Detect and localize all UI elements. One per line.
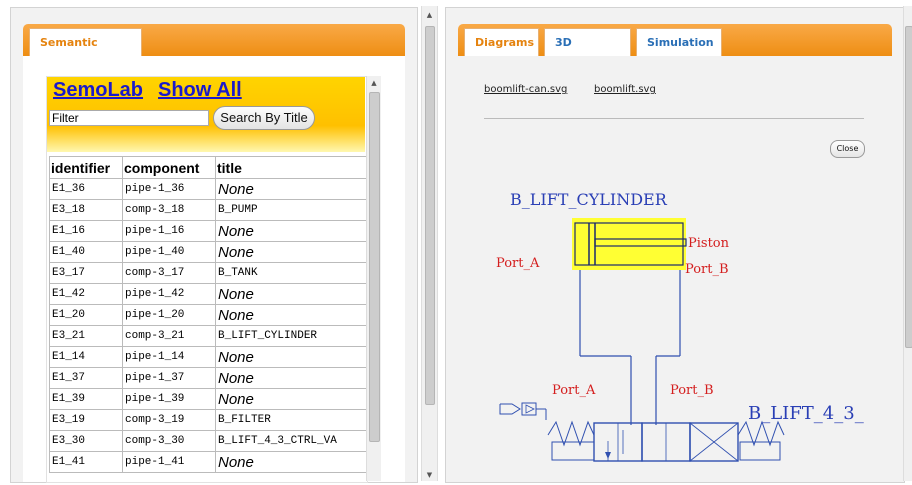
row-component: comp-3_19 (122, 409, 216, 431)
close-button[interactable]: Close (830, 140, 865, 158)
row-component: pipe-1_41 (122, 451, 216, 473)
left-page-scrollbar-thumb[interactable] (425, 26, 435, 405)
hydraulic-diagram: B_LIFT_CYLINDER Piston Port_A Port_B Por… (448, 160, 903, 481)
valve-title: B_LIFT_4_3_ (748, 403, 864, 424)
tab-3d-models[interactable]: 3D models (544, 28, 631, 77)
row-component: pipe-1_14 (122, 346, 216, 368)
row-title: None (215, 367, 367, 389)
table-row[interactable]: E1_20 pipe-1_20 None (49, 304, 367, 326)
valve-port-a-label: Port_A (552, 383, 596, 398)
divider (484, 118, 864, 119)
directional-valve (499, 402, 785, 462)
table-header-row: identifier component title (49, 156, 367, 179)
column-header-title: title (215, 156, 367, 179)
table-row[interactable]: E1_36 pipe-1_36 None (49, 178, 367, 200)
row-title: None (215, 451, 367, 473)
table-row[interactable]: E1_39 pipe-1_39 None (49, 388, 367, 410)
row-identifier: E1_20 (49, 304, 123, 326)
right-tab-bar: Diagrams 3D models Simulation (458, 24, 892, 77)
row-identifier: E3_17 (49, 262, 123, 284)
scroll-down-arrow-icon[interactable]: ▼ (422, 471, 437, 479)
scroll-up-arrow-icon[interactable]: ▲ (422, 11, 437, 19)
row-identifier: E1_14 (49, 346, 123, 368)
row-title: None (215, 178, 367, 200)
left-page-scrollbar[interactable]: ▲ ▼ (421, 6, 438, 481)
tab-semantic-search[interactable]: Semantic search (29, 28, 142, 77)
table-row[interactable]: E3_18 comp-3_18 B_PUMP (49, 199, 367, 221)
row-component: pipe-1_20 (122, 304, 216, 326)
table-row[interactable]: E1_41 pipe-1_41 None (49, 451, 367, 473)
row-component: pipe-1_36 (122, 178, 216, 200)
results-scrollbar-thumb[interactable] (369, 92, 380, 442)
cylinder-port-a-label: Port_A (496, 256, 540, 271)
table-row[interactable]: E1_16 pipe-1_16 None (49, 220, 367, 242)
row-identifier: E1_41 (49, 451, 123, 473)
semolab-header: SemoLab Show All Filter Search By Title (47, 77, 365, 152)
row-title: B_LIFT_CYLINDER (215, 325, 367, 347)
row-identifier: E1_37 (49, 367, 123, 389)
row-identifier: E1_39 (49, 388, 123, 410)
scroll-up-arrow-icon[interactable]: ▲ (367, 79, 381, 87)
table-row[interactable]: E3_17 comp-3_17 B_TANK (49, 262, 367, 284)
filter-input[interactable]: Filter (49, 110, 209, 126)
row-identifier: E3_18 (49, 199, 123, 221)
row-component: comp-3_18 (122, 199, 216, 221)
results-scrollbar[interactable]: ▲ (366, 76, 381, 481)
row-component: comp-3_30 (122, 430, 216, 452)
valve-port-b-label: Port_B (670, 383, 714, 398)
file-link-boomlift[interactable]: boomlift.svg (594, 84, 656, 95)
row-component: pipe-1_40 (122, 241, 216, 263)
tab-simulation[interactable]: Simulation (636, 28, 722, 56)
search-by-title-button[interactable]: Search By Title (213, 106, 315, 130)
row-identifier: E3_19 (49, 409, 123, 431)
table-row[interactable]: E3_30 comp-3_30 B_LIFT_4_3_CTRL_VA (49, 430, 367, 452)
row-identifier: E1_42 (49, 283, 123, 305)
table-row[interactable]: E3_19 comp-3_19 B_FILTER (49, 409, 367, 431)
row-title: B_FILTER (215, 409, 367, 431)
row-identifier: E3_21 (49, 325, 123, 347)
show-all-link[interactable]: Show All (158, 79, 242, 102)
table-row[interactable]: E3_21 comp-3_21 B_LIFT_CYLINDER (49, 325, 367, 347)
results-table: identifier component title E1_36 pipe-1_3… (49, 156, 367, 473)
row-title: B_PUMP (215, 199, 367, 221)
semolab-link[interactable]: SemoLab (53, 79, 143, 102)
column-header-component: component (122, 156, 216, 179)
row-title: None (215, 283, 367, 305)
row-identifier: E1_36 (49, 178, 123, 200)
table-row[interactable]: E1_37 pipe-1_37 None (49, 367, 367, 389)
column-header-identifier: identifier (49, 156, 123, 179)
row-title: None (215, 220, 367, 242)
row-title: None (215, 241, 367, 263)
file-link-boomlift-can[interactable]: boomlift-can.svg (484, 84, 567, 95)
table-row[interactable]: E1_40 pipe-1_40 None (49, 241, 367, 263)
piston-label: Piston (688, 236, 729, 251)
cylinder-port-b-label: Port_B (685, 262, 729, 277)
row-title: B_TANK (215, 262, 367, 284)
row-identifier: E1_40 (49, 241, 123, 263)
row-component: pipe-1_39 (122, 388, 216, 410)
cylinder-title: B_LIFT_CYLINDER (510, 190, 667, 209)
row-title: None (215, 388, 367, 410)
tab-diagrams[interactable]: Diagrams (464, 28, 539, 56)
row-component: pipe-1_42 (122, 283, 216, 305)
table-row[interactable]: E1_14 pipe-1_14 None (49, 346, 367, 368)
row-identifier: E3_30 (49, 430, 123, 452)
row-component: pipe-1_16 (122, 220, 216, 242)
table-row[interactable]: E1_42 pipe-1_42 None (49, 283, 367, 305)
row-identifier: E1_16 (49, 220, 123, 242)
row-component: comp-3_17 (122, 262, 216, 284)
row-component: pipe-1_37 (122, 367, 216, 389)
row-component: comp-3_21 (122, 325, 216, 347)
row-title: None (215, 304, 367, 326)
row-title: None (215, 346, 367, 368)
right-page-scrollbar-thumb[interactable] (905, 26, 912, 348)
right-page-scrollbar[interactable] (903, 6, 912, 481)
semolab-frame: SemoLab Show All Filter Search By Title … (46, 76, 368, 483)
left-tab-bar: Semantic search (23, 24, 405, 77)
row-title: B_LIFT_4_3_CTRL_VA (215, 430, 367, 452)
